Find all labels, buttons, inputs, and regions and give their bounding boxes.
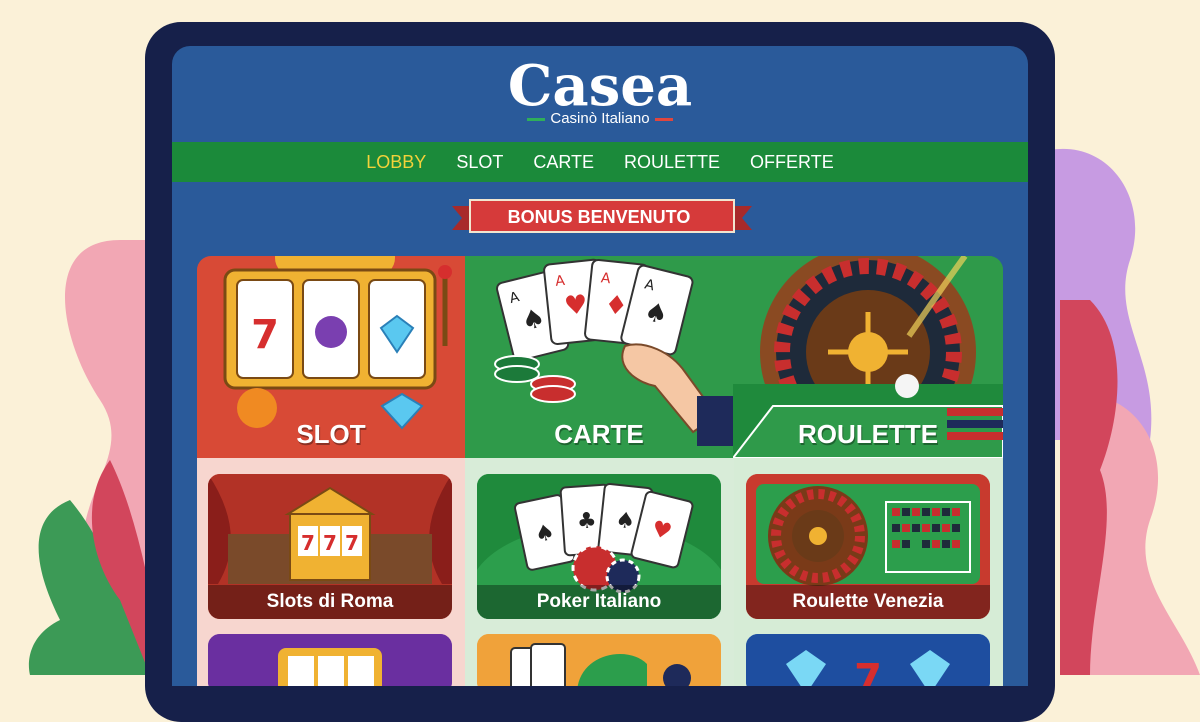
category-carte[interactable]: A ♠ A ♥ A ♦ A ♠ CARTE: [465, 256, 733, 458]
decor-plant-right: [1050, 148, 1200, 675]
category-roulette[interactable]: ROULETTE: [733, 256, 1003, 458]
nav-lobby[interactable]: LOBBY: [366, 152, 426, 173]
bonus-label[interactable]: BONUS BENVENUTO: [469, 203, 729, 231]
game-label-roulette-venezia: Roulette Venezia: [746, 585, 990, 619]
brand-tagline: Casinò Italiano: [172, 110, 1028, 127]
nav-roulette[interactable]: ROULETTE: [624, 152, 720, 173]
slot-machine-icon: [208, 634, 452, 686]
svg-text:7: 7: [301, 531, 315, 555]
svg-text:♣: ♣: [576, 508, 597, 534]
svg-text:♥: ♥: [563, 290, 589, 322]
category-carte-label: CARTE: [554, 419, 644, 449]
svg-text:7: 7: [345, 531, 359, 555]
svg-text:7: 7: [323, 531, 337, 555]
svg-text:7: 7: [251, 312, 279, 358]
flag-red-line: [654, 117, 673, 121]
game-label-slots-roma: Slots di Roma: [208, 585, 452, 619]
game-card-partial-1[interactable]: [208, 634, 452, 686]
game-card-poker-italiano[interactable]: ♠ ♣ ♠ ♥ Poker Italiano: [477, 474, 721, 619]
nav-offerte[interactable]: OFFERTE: [750, 152, 834, 173]
flag-green-line: [527, 117, 546, 121]
nav-carte[interactable]: CARTE: [533, 152, 594, 173]
playing-cards-icon: [477, 634, 721, 686]
game-card-partial-3[interactable]: 7: [746, 634, 990, 686]
category-roulette-label: ROULETTE: [797, 419, 939, 449]
svg-text:7: 7: [854, 656, 882, 686]
brand-logo[interactable]: Casea: [172, 54, 1028, 118]
nav-slot[interactable]: SLOT: [456, 152, 503, 173]
game-card-partial-2[interactable]: [477, 634, 721, 686]
gem-icon: 7: [746, 634, 990, 686]
game-card-slots-roma[interactable]: 7 7 7 Slots di Roma: [208, 474, 452, 619]
category-slot-label: SLOT: [296, 419, 366, 449]
tagline-text: Casinò Italiano: [550, 110, 650, 127]
app-screen: Casea Casinò Italiano LOBBY SLOT CARTE R…: [172, 46, 1028, 686]
main-nav: LOBBY SLOT CARTE ROULETTE OFFERTE: [172, 142, 1028, 182]
category-slot[interactable]: 7 SLOT: [197, 256, 465, 458]
game-label-poker-italiano: Poker Italiano: [477, 585, 721, 619]
svg-text:♠: ♠: [614, 508, 636, 535]
game-card-roulette-venezia[interactable]: Roulette Venezia: [746, 474, 990, 619]
